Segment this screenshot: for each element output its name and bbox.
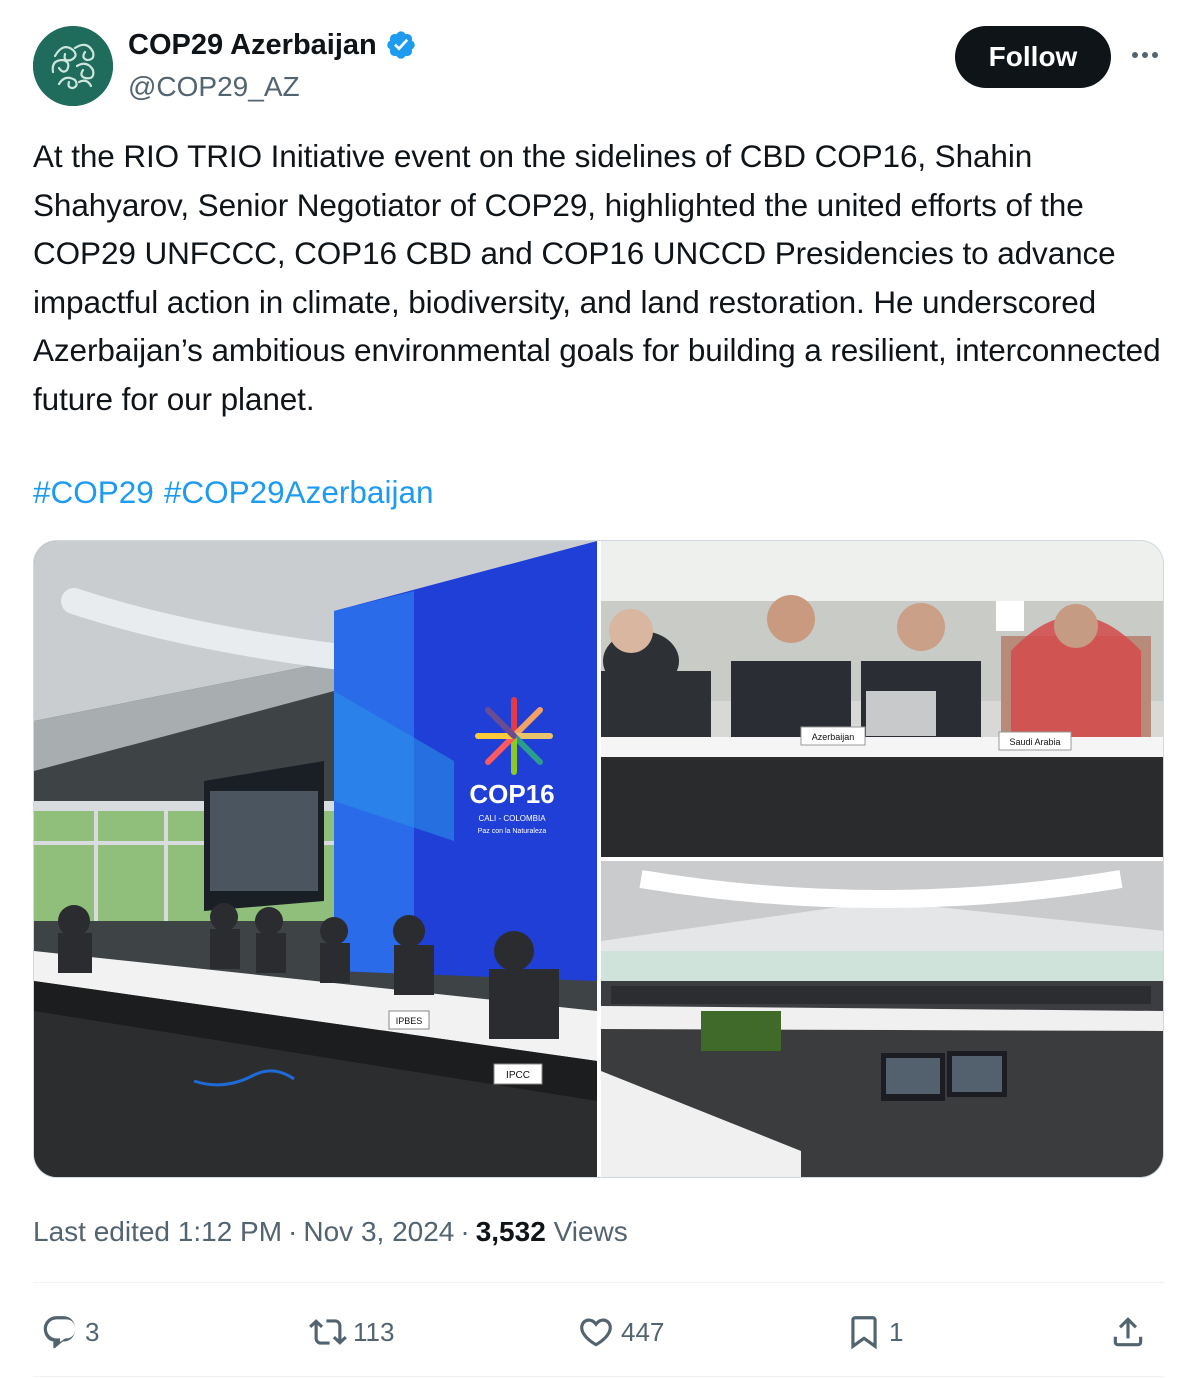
divider <box>33 1376 1164 1377</box>
verified-badge-icon <box>385 29 417 61</box>
tweet-meta: Last edited 1:12 PM · Nov 3, 2024 · 3,532 Vi… <box>33 1216 628 1247</box>
post-date[interactable]: Nov 3, 2024 <box>303 1216 454 1247</box>
photo-conference-stage[interactable]: COP16 CALI - COLOMBIA Paz con la Natural… <box>34 541 597 1177</box>
desk-sign-ipbes: IPBES <box>396 1016 423 1026</box>
edited-label[interactable]: Last edited 1:12 PM <box>33 1216 282 1247</box>
views-count: 3,532 <box>475 1216 546 1247</box>
tweet-text: At the RIO TRIO Initiative event on the … <box>33 138 1161 417</box>
stage-logo-sub2: Paz con la Naturaleza <box>478 828 547 835</box>
desk-sign-ipcc: IPCC <box>506 1070 530 1081</box>
display-name[interactable]: COP29 Azerbaijan <box>128 28 377 62</box>
like-button[interactable]: 447 <box>577 1306 664 1358</box>
avatar[interactable] <box>33 26 113 106</box>
stage-logo-text: COP16 <box>469 779 554 809</box>
like-count: 447 <box>621 1316 665 1347</box>
cop29-logo-icon <box>33 26 113 106</box>
views-label: Views <box>553 1216 628 1247</box>
hashtag-link[interactable]: #COP29 <box>33 474 154 510</box>
reply-icon <box>43 1316 76 1349</box>
repost-button[interactable]: 113 <box>309 1306 394 1358</box>
desk-sign-saudi-arabia: Saudi Arabia <box>1009 737 1060 747</box>
desk-sign-azerbaijan: Azerbaijan <box>812 732 855 742</box>
more-icon[interactable] <box>1127 40 1163 70</box>
photo-delegates-table[interactable]: Azerbaijan Saudi Arabia <box>601 541 1163 857</box>
repost-icon <box>309 1319 347 1345</box>
heart-icon <box>580 1318 612 1347</box>
stage-logo-sub1: CALI - COLOMBIA <box>478 814 546 823</box>
name-row: COP29 Azerbaijan <box>128 28 417 62</box>
repost-count: 113 <box>353 1316 395 1347</box>
bookmark-count: 1 <box>889 1316 904 1347</box>
photo-meeting-hall[interactable] <box>601 861 1163 1177</box>
action-bar: 3 113 447 1 <box>33 1306 1164 1358</box>
divider <box>33 1282 1164 1283</box>
bookmark-button[interactable]: 1 <box>845 1306 903 1358</box>
follow-button[interactable]: Follow <box>955 26 1111 88</box>
share-button[interactable] <box>1109 1306 1147 1358</box>
tweet-header: COP29 Azerbaijan @COP29_AZ Follow <box>33 26 1163 106</box>
media-grid: COP16 CALI - COLOMBIA Paz con la Natural… <box>33 540 1164 1178</box>
handle[interactable]: @COP29_AZ <box>128 70 300 104</box>
bookmark-icon <box>851 1316 877 1350</box>
hashtags: #COP29 #COP29Azerbaijan <box>33 468 444 516</box>
reply-count: 3 <box>85 1316 100 1347</box>
share-icon <box>1113 1317 1143 1347</box>
reply-button[interactable]: 3 <box>41 1306 99 1358</box>
hashtag-link[interactable]: #COP29Azerbaijan <box>164 474 434 510</box>
